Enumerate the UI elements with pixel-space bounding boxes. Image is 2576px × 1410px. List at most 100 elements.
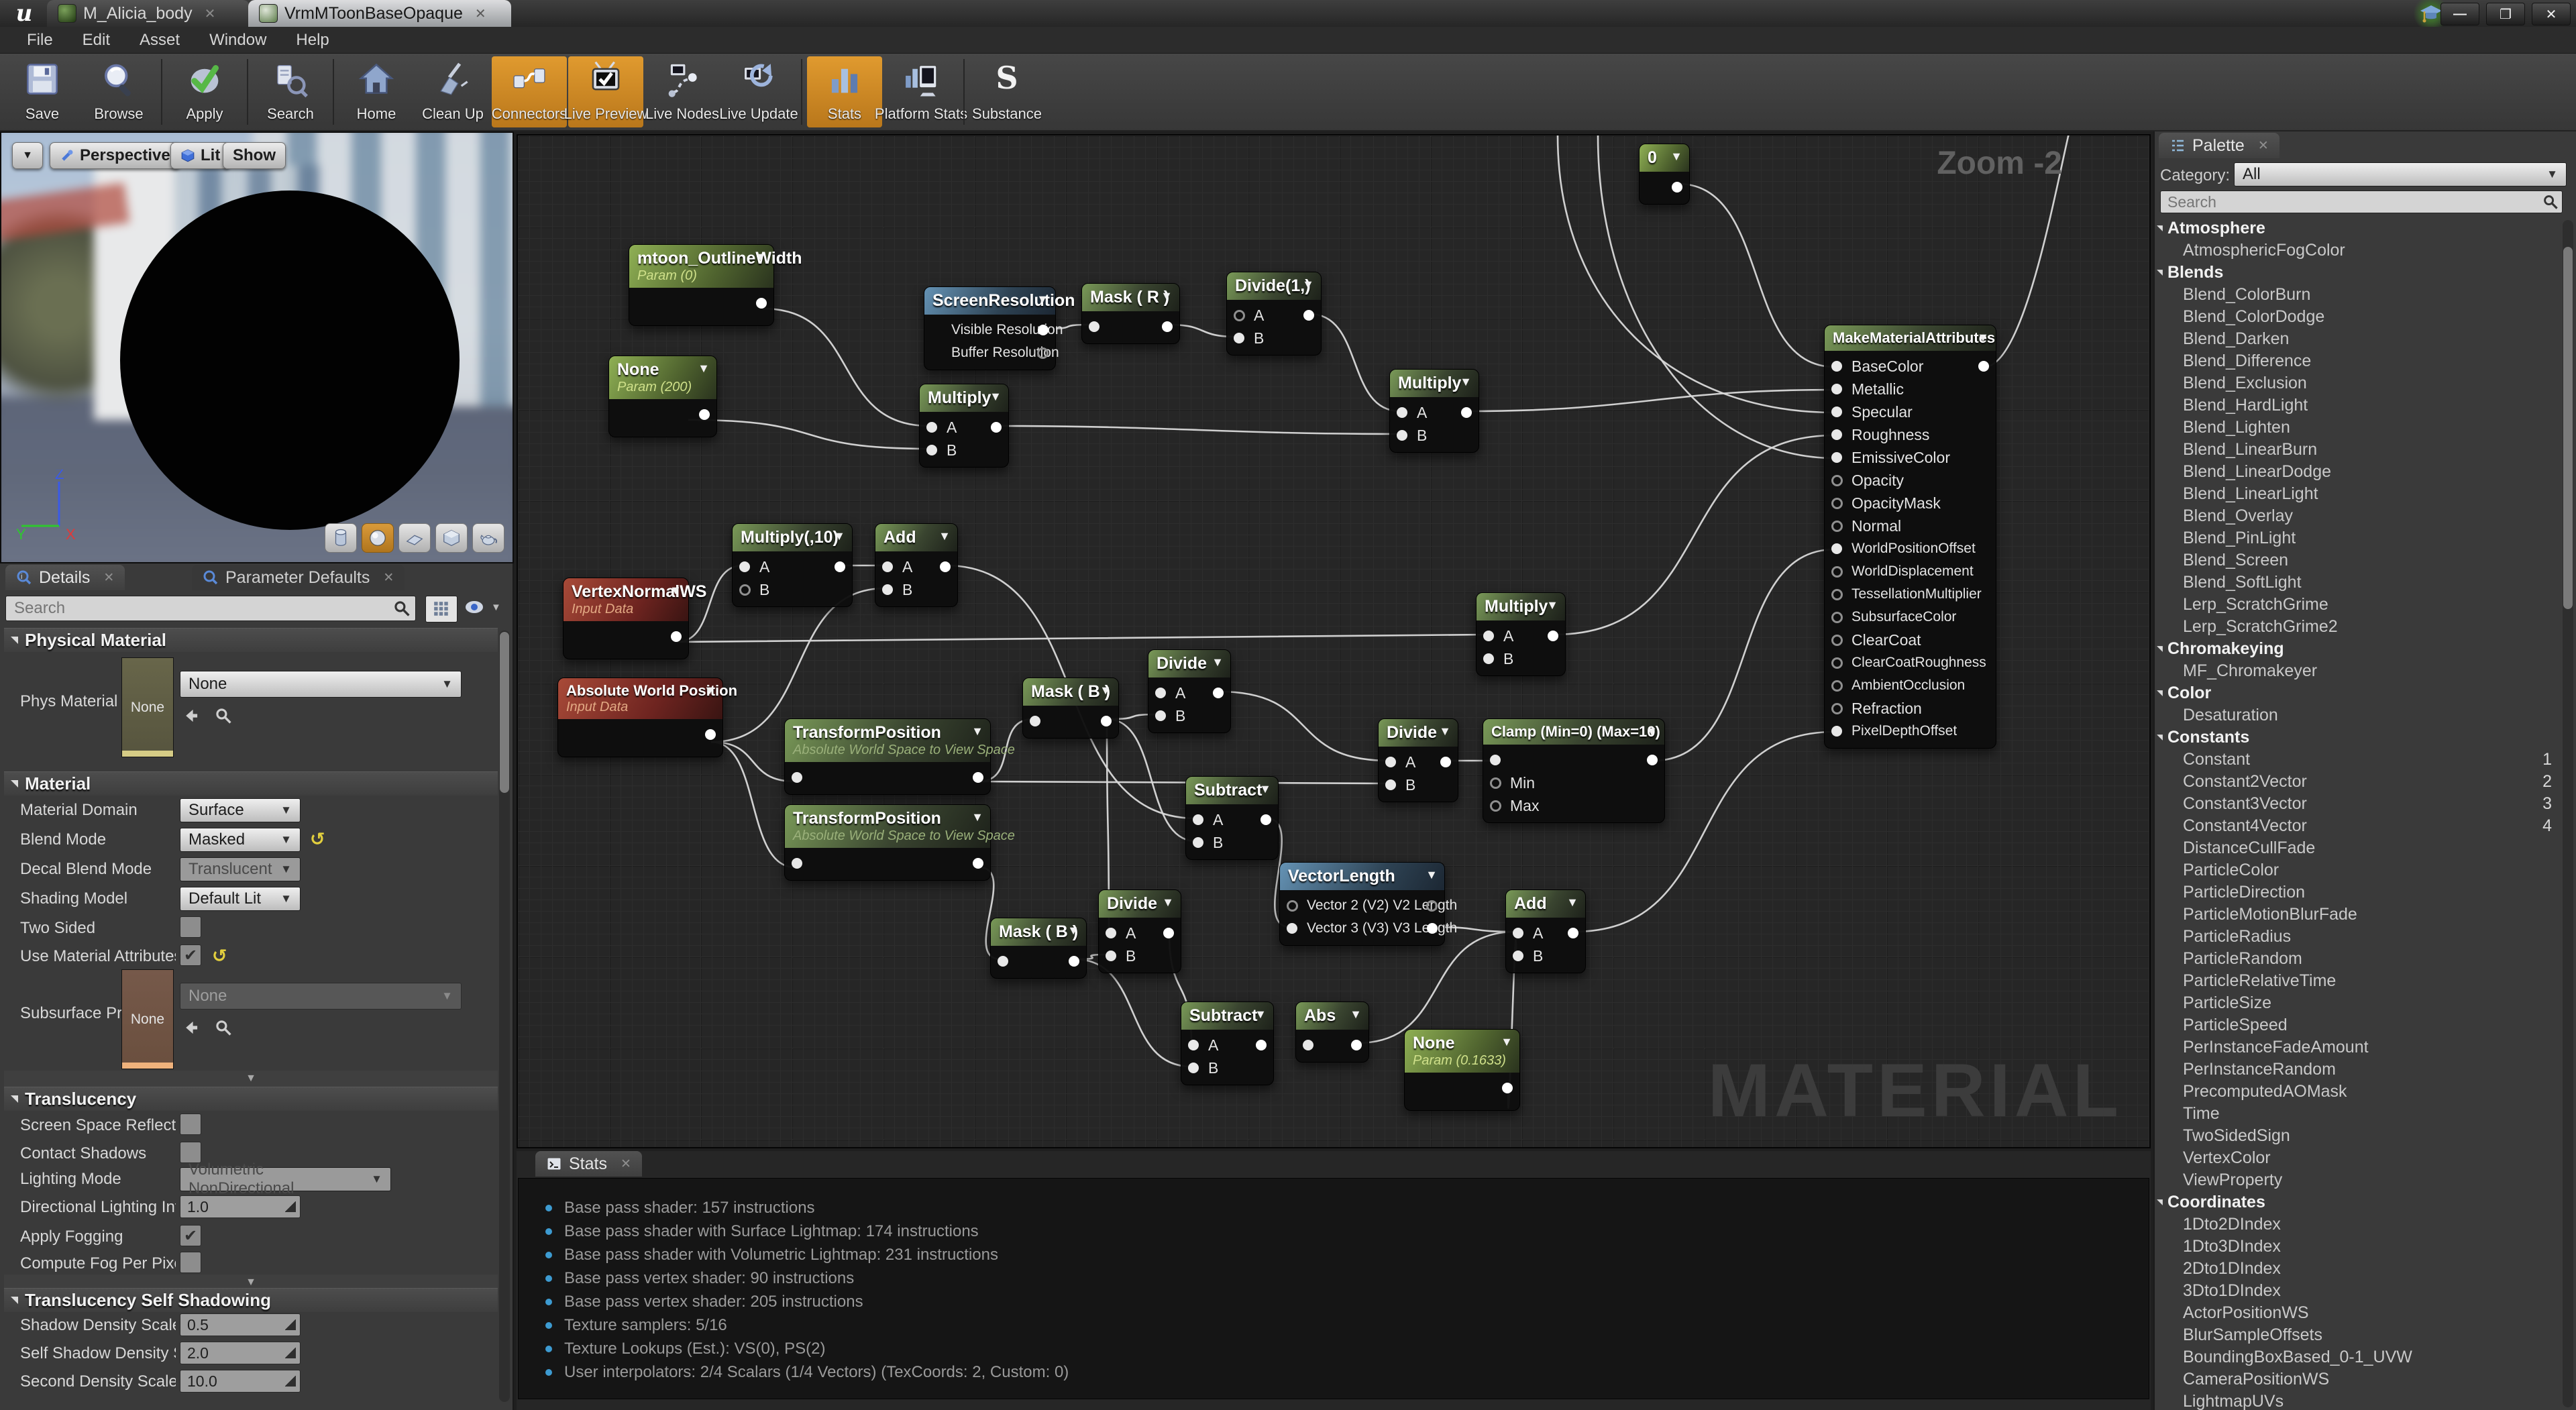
shading-model-dropdown[interactable]: Default Lit▼: [180, 887, 301, 911]
input-pin[interactable]: [1188, 1063, 1199, 1073]
node-transformposition[interactable]: TransformPosition▼Absolute World Space t…: [784, 718, 991, 795]
palette-item-desaturation[interactable]: Desaturation: [2155, 704, 2561, 726]
node-multiply[interactable]: Multiply▼AB: [1476, 592, 1566, 676]
input-pin[interactable]: [1397, 430, 1407, 441]
input-pin[interactable]: [1831, 657, 1843, 669]
input-pin[interactable]: [1831, 589, 1843, 600]
input-pin[interactable]: [926, 422, 937, 433]
output-pin[interactable]: [1260, 814, 1271, 825]
input-pin[interactable]: [1234, 333, 1244, 343]
palette-item-blend_pinlight[interactable]: Blend_PinLight: [2155, 527, 2561, 549]
output-pin[interactable]: [699, 409, 710, 420]
shape-cube-button[interactable]: [435, 523, 468, 553]
self-shadow-density-sca-field[interactable]: 2.0: [180, 1342, 301, 1364]
input-pin[interactable]: [1831, 566, 1843, 578]
node-absolute-world-position[interactable]: Absolute World Position▼Input Data: [557, 677, 723, 757]
input-pin[interactable]: [1397, 407, 1407, 418]
shape-cylinder-button[interactable]: [325, 523, 357, 553]
output-pin[interactable]: [1069, 956, 1079, 967]
input-pin[interactable]: [1831, 543, 1842, 554]
input-pin[interactable]: [1089, 321, 1099, 332]
palette-item-actorpositionws[interactable]: ActorPositionWS: [2155, 1302, 2561, 1324]
palette-item-camerapositionws[interactable]: CameraPositionWS: [2155, 1368, 2561, 1391]
input-pin[interactable]: [1831, 726, 1842, 737]
output-pin[interactable]: [835, 561, 845, 572]
apply-button[interactable]: Apply: [167, 56, 242, 127]
use-selected-asset-icon[interactable]: [182, 707, 200, 728]
input-pin[interactable]: [1831, 452, 1842, 463]
palette-item-blend_colordodge[interactable]: Blend_ColorDodge: [2155, 306, 2561, 328]
save-button[interactable]: Save: [5, 56, 80, 127]
preview-viewport[interactable]: ▼ Perspective Lit Show Z Y X: [0, 131, 514, 563]
output-pin[interactable]: [1568, 928, 1578, 938]
palette-item-particlemotionblurfade[interactable]: ParticleMotionBlurFade: [2155, 904, 2561, 926]
palette-item-blend_linearburn[interactable]: Blend_LinearBurn: [2155, 439, 2561, 461]
palette-item-3dto1dindex[interactable]: 3Dto1DIndex: [2155, 1280, 2561, 1302]
input-pin[interactable]: [1155, 688, 1166, 698]
output-pin[interactable]: [1351, 1040, 1362, 1050]
input-pin[interactable]: [1188, 1040, 1199, 1050]
close-icon[interactable]: ✕: [621, 1156, 631, 1172]
palette-item-constant[interactable]: Constant1: [2155, 749, 2561, 771]
palette-item-1dto3dindex[interactable]: 1Dto3DIndex: [2155, 1236, 2561, 1258]
platform-stats-button[interactable]: Platform Stats: [883, 56, 959, 127]
node-add[interactable]: Add▼AB: [875, 523, 958, 607]
property-matrix-button[interactable]: [425, 596, 458, 622]
shape-teapot-button[interactable]: [472, 523, 504, 553]
shadow-density-scale-field[interactable]: 0.5: [180, 1313, 301, 1336]
input-pin[interactable]: [1513, 951, 1523, 961]
input-pin[interactable]: [1106, 951, 1116, 961]
input-pin[interactable]: [1831, 361, 1842, 372]
output-pin[interactable]: [1548, 631, 1558, 641]
node-mask-r-[interactable]: Mask ( R )▼: [1081, 283, 1180, 344]
node-makematerialattributes[interactable]: MakeMaterialAttributes▼BaseColorMetallic…: [1824, 325, 1996, 749]
menu-edit[interactable]: Edit: [68, 31, 125, 50]
palette-item-lerp_scratchgrime2[interactable]: Lerp_ScratchGrime2: [2155, 616, 2561, 638]
palette-item-boundingboxbased_0-1_uvw[interactable]: BoundingBoxBased_0-1_UVW: [2155, 1346, 2561, 1368]
node-none[interactable]: None▼Param (0.1633): [1404, 1029, 1520, 1111]
live-nodes-button[interactable]: Live Nodes: [645, 56, 720, 127]
section-translucency[interactable]: Translucency: [4, 1087, 498, 1111]
clean-up-button[interactable]: Clean Up: [415, 56, 490, 127]
shape-plane-button[interactable]: [398, 523, 431, 553]
details-search-input[interactable]: [5, 596, 416, 621]
input-pin[interactable]: [1490, 755, 1501, 765]
home-button[interactable]: Home: [339, 56, 414, 127]
section-translucency-self-shadowing[interactable]: Translucency Self Shadowing: [4, 1288, 498, 1312]
menu-asset[interactable]: Asset: [125, 31, 195, 50]
tab-details[interactable]: i Details✕: [5, 565, 125, 590]
palette-item-blend_lighten[interactable]: Blend_Lighten: [2155, 417, 2561, 439]
input-pin[interactable]: [792, 772, 802, 783]
input-pin[interactable]: [998, 956, 1008, 967]
palette-item-blend_lineardodge[interactable]: Blend_LinearDodge: [2155, 461, 2561, 483]
palette-item-blend_colorburn[interactable]: Blend_ColorBurn: [2155, 284, 2561, 306]
input-pin[interactable]: [882, 561, 893, 572]
node-vertexnormalws[interactable]: VertexNormalWS▼Input Data: [563, 578, 689, 659]
input-pin[interactable]: [1831, 429, 1842, 440]
output-pin[interactable]: [1502, 1083, 1513, 1093]
output-pin[interactable]: [991, 422, 1002, 433]
palette-item-blend_linearlight[interactable]: Blend_LinearLight: [2155, 483, 2561, 505]
tab-stats[interactable]: Stats✕: [535, 1151, 642, 1177]
palette-item-particlerandom[interactable]: ParticleRandom: [2155, 948, 2561, 970]
use-selected-asset-icon[interactable]: [182, 1019, 200, 1040]
restore-button[interactable]: ❐: [2486, 3, 2525, 25]
apply-fogging-checkbox[interactable]: ✔: [180, 1225, 201, 1246]
node-multiply-10-[interactable]: Multiply(,10)▼AB: [732, 523, 853, 607]
output-pin[interactable]: [1037, 347, 1049, 359]
node-divide[interactable]: Divide▼AB: [1098, 889, 1181, 973]
palette-item-perinstancefadeamount[interactable]: PerInstanceFadeAmount: [2155, 1036, 2561, 1059]
screen-space-reflection-checkbox[interactable]: [180, 1114, 201, 1135]
viewport-options-button[interactable]: ▼: [12, 142, 43, 169]
input-pin[interactable]: [1831, 703, 1843, 714]
palette-item-blend_overlay[interactable]: Blend_Overlay: [2155, 505, 2561, 527]
palette-item-blursampleoffsets[interactable]: BlurSampleOffsets: [2155, 1324, 2561, 1346]
two-sided-checkbox[interactable]: [180, 916, 201, 938]
minimize-button[interactable]: —: [2440, 3, 2479, 25]
node-none[interactable]: None▼Param (200): [608, 356, 717, 437]
input-pin[interactable]: [1385, 757, 1396, 767]
palette-item-blend_hardlight[interactable]: Blend_HardLight: [2155, 394, 2561, 417]
node-subtract[interactable]: Subtract▼AB: [1185, 776, 1279, 860]
phys-material-dropdown[interactable]: None▼: [180, 671, 462, 698]
browse-button[interactable]: Browse: [81, 56, 156, 127]
